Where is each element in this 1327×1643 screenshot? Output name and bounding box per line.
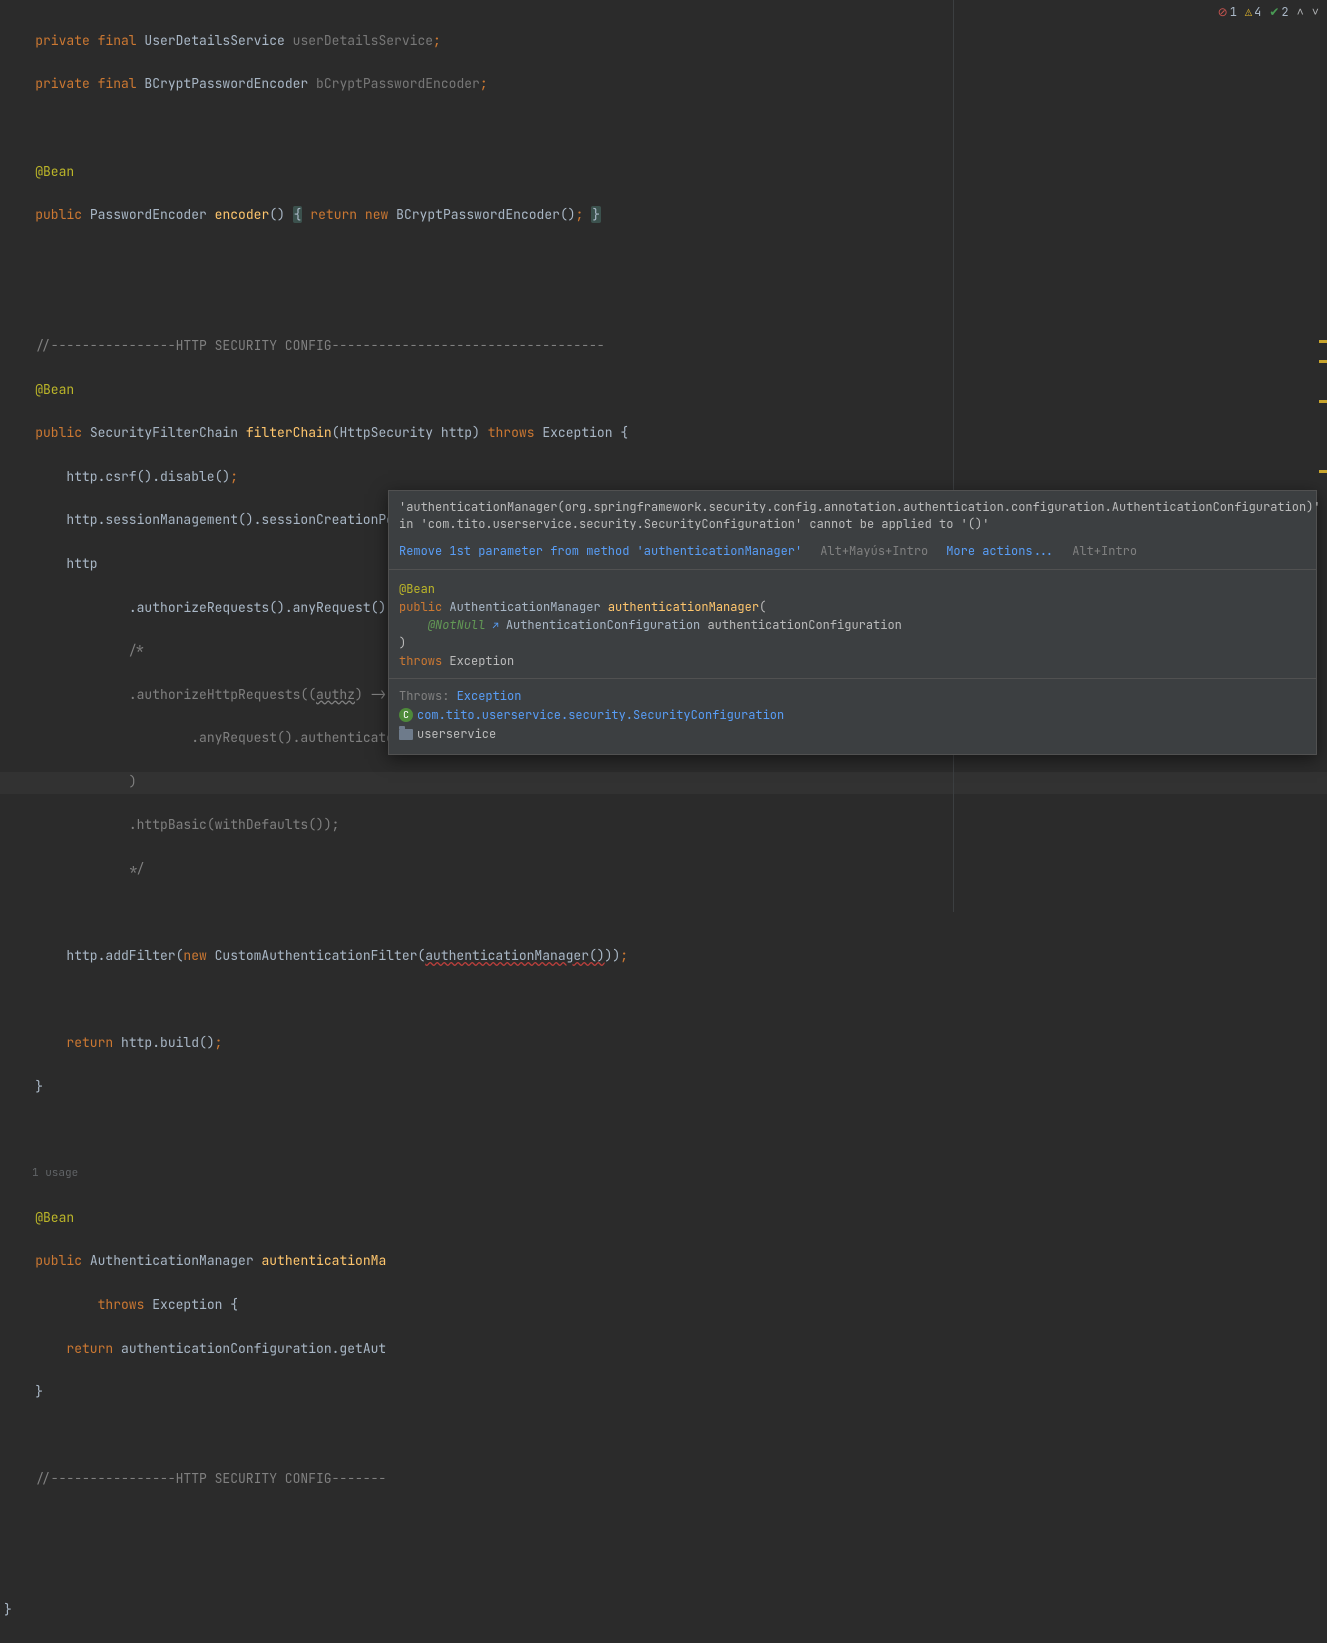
field-bcpe: bCryptPasswordEncoder [316, 75, 480, 92]
line-csrf: http.csrf().disable() [66, 468, 230, 485]
chevron-down-icon[interactable]: ˅ [1312, 4, 1319, 20]
param-http: http [441, 424, 472, 441]
sig-exc: Exception [449, 653, 514, 669]
usage-hint[interactable]: 1 usage [0, 1163, 1327, 1185]
error-num: 1 [1230, 4, 1237, 20]
line-http: http [66, 555, 97, 572]
module-icon [399, 729, 413, 740]
marker-warn[interactable] [1319, 360, 1327, 363]
sig-method: authenticationManager [608, 599, 759, 615]
bc-l1a: .authorizeHttpRequests(( [129, 686, 316, 703]
sig-bean: @Bean [399, 581, 435, 597]
error-stripe[interactable] [1315, 0, 1327, 912]
inspection-status[interactable]: ⊘1 ⚠4 ✔2 ˄ ˅ [1218, 4, 1319, 20]
type-sfc: SecurityFilterChain [90, 424, 238, 441]
throws-label: Throws: [399, 688, 449, 704]
marker-warn[interactable] [1319, 400, 1327, 403]
method-filterchain: filterChain [246, 424, 332, 441]
error-message: 'authenticationManager(org.springframewo… [389, 491, 1316, 537]
method-encoder: encoder [215, 206, 270, 223]
code-editor[interactable]: private final UserDetailsService userDet… [0, 0, 1327, 912]
sig-throws: throws [399, 653, 442, 669]
error-tooltip-popup: 'authenticationManager(org.springframewo… [388, 490, 1317, 755]
annotation-bean3: @Bean [35, 1209, 74, 1226]
param-type-hs: HttpSecurity [339, 424, 433, 441]
exception-link[interactable]: Exception [457, 688, 522, 704]
type-am: AuthenticationManager [90, 1252, 254, 1269]
field-uds: userDetailsService [293, 32, 433, 49]
bc-authz1: authz [316, 686, 355, 703]
popup-footer: Throws: Exception Ccom.tito.userservice.… [389, 678, 1316, 755]
comment-sep2: //----------------HTTP SECURITY CONFIG--… [35, 1470, 386, 1487]
quickfix-actions: Remove 1st parameter from method 'authen… [389, 537, 1316, 569]
chevron-up-icon[interactable]: ˄ [1297, 4, 1304, 20]
class-path-link[interactable]: com.tito.userservice.security.SecurityCo… [417, 707, 784, 723]
bc-open: /* [129, 642, 145, 659]
marker-warn[interactable] [1319, 470, 1327, 473]
warning-num: 4 [1254, 4, 1261, 20]
kw-throws1: throws [488, 424, 535, 441]
shortcut1: Alt+Mayús+Intro [820, 543, 928, 559]
kw-public2: public [35, 424, 82, 441]
external-link-icon[interactable]: ↗ [493, 619, 499, 632]
error-icon: ⊘ [1218, 4, 1228, 20]
warning-count[interactable]: ⚠4 [1245, 4, 1261, 20]
exc2: Exception [152, 1296, 222, 1313]
typo-num: 2 [1281, 4, 1288, 20]
addfilter-pre: http.addFilter( [66, 947, 183, 964]
quickfix-remove-param[interactable]: Remove 1st parameter from method 'authen… [399, 543, 802, 559]
error-call[interactable]: authenticationManager() [425, 947, 604, 964]
kw-private2: private final [35, 75, 136, 92]
type-pe: PasswordEncoder [90, 206, 207, 223]
bc-close: */ [129, 860, 145, 877]
kw-private: private final [35, 32, 136, 49]
annotation-bean2: @Bean [35, 381, 74, 398]
more-actions-link[interactable]: More actions... [946, 543, 1054, 559]
kw-return2: return [66, 1034, 113, 1051]
sig-pname: authenticationConfiguration [707, 617, 901, 633]
am-body: authenticationConfiguration.getAut [113, 1340, 386, 1357]
addfilter-mid: CustomAuthenticationFilter( [207, 947, 425, 964]
bc-l3: ) [129, 773, 137, 790]
exc1: Exception [542, 424, 612, 441]
signature-preview: @Bean public AuthenticationManager authe… [389, 569, 1316, 678]
bc-l2: .anyRequest().authenticated() [129, 729, 418, 746]
ret-body: http.build() [113, 1034, 214, 1051]
typo-icon: ✔ [1269, 4, 1279, 20]
editor-right-divider [953, 0, 954, 912]
ctor-bcpe: BCryptPasswordEncoder [396, 206, 560, 223]
bc-l4: .httpBasic(withDefaults()); [129, 816, 340, 833]
type-bcpe: BCryptPasswordEncoder [144, 75, 308, 92]
module-name: userservice [417, 726, 496, 742]
error-count[interactable]: ⊘1 [1218, 4, 1237, 20]
sig-ptype: AuthenticationConfiguration [506, 617, 700, 633]
kw-new2: new [183, 947, 206, 964]
marker-warn[interactable] [1319, 340, 1327, 343]
shortcut2: Alt+Intro [1072, 543, 1137, 559]
addfilter-post: )) [605, 947, 621, 964]
annotation-bean1: @Bean [35, 163, 74, 180]
sig-notnull: @NotNull [428, 617, 486, 633]
kw-public3: public [35, 1252, 82, 1269]
method-am: authenticationMa [261, 1252, 386, 1269]
sig-public: public [399, 599, 442, 615]
comment-sep1: //----------------HTTP SECURITY CONFIG--… [35, 337, 604, 354]
type-uds: UserDetailsService [144, 32, 284, 49]
kw-throws2: throws [98, 1296, 145, 1313]
typo-count[interactable]: ✔2 [1269, 4, 1288, 20]
kw-return1: return [310, 206, 357, 223]
kw-new1: new [365, 206, 388, 223]
kw-public1: public [35, 206, 82, 223]
class-icon: C [399, 708, 413, 722]
kw-return3: return [66, 1340, 113, 1357]
warning-icon: ⚠ [1245, 4, 1252, 20]
sig-type: AuthenticationManager [449, 599, 600, 615]
